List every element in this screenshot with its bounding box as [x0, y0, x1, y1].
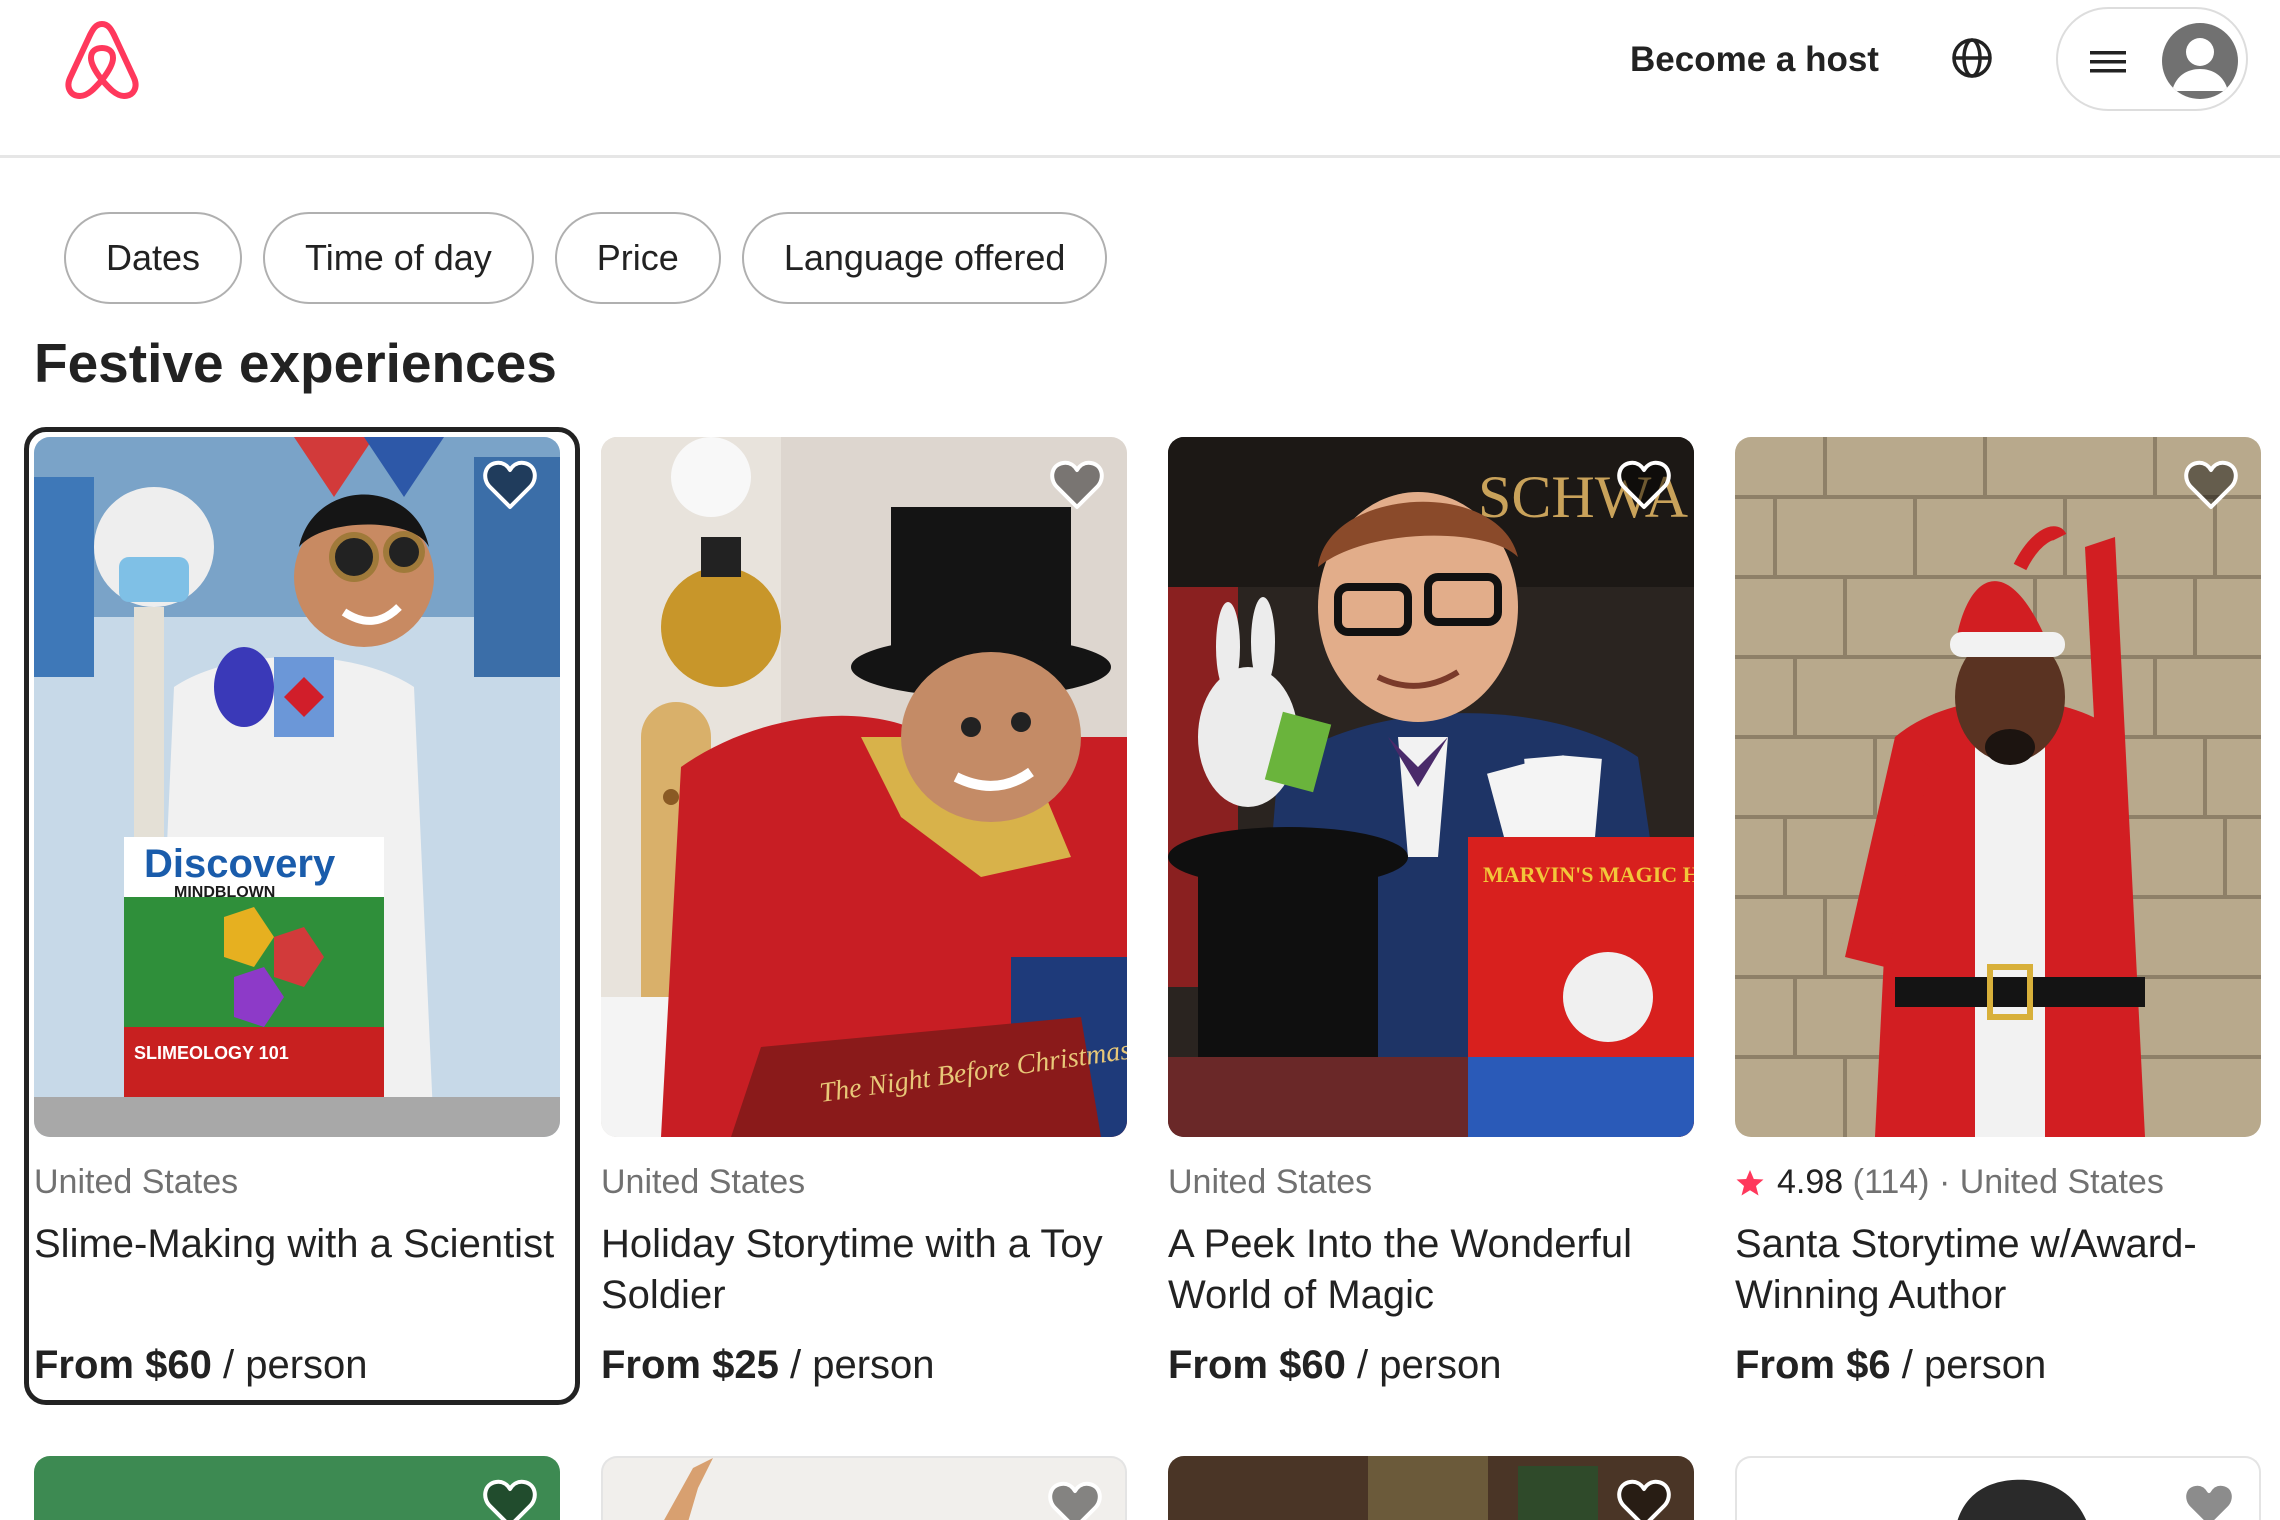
card-meta: United States: [34, 1163, 238, 1202]
section-title: Festive experiences: [34, 332, 557, 394]
price-amount: From $60: [34, 1343, 212, 1387]
experience-card[interactable]: [1735, 1456, 2261, 1520]
heart-icon[interactable]: [1616, 1478, 1672, 1520]
experience-card[interactable]: SCHWA MARVIN'S MAGIC HAT: [1168, 437, 1694, 1402]
card-location: United States: [601, 1163, 806, 1201]
card-price: From $6 / person: [1735, 1343, 2046, 1388]
price-amount: From $25: [601, 1343, 779, 1387]
card-title: A Peek Into the Wonderful World of Magic: [1168, 1222, 1633, 1317]
price-unit: / person: [222, 1343, 368, 1387]
become-host-link[interactable]: Become a host: [1630, 36, 1879, 84]
heart-icon[interactable]: [1616, 459, 1672, 511]
card-meta: United States: [601, 1163, 805, 1202]
avatar-icon: [2162, 23, 2238, 99]
box-sub-text: MINDBLOWN: [174, 884, 275, 901]
price-amount: From $6: [1735, 1343, 1891, 1387]
heart-icon[interactable]: [482, 1478, 538, 1520]
card-reviews: (114): [1852, 1163, 1930, 1201]
price-unit: / person: [1901, 1343, 2047, 1387]
filter-bar: Dates Time of day Price Language offered: [64, 212, 1108, 304]
card-title: Slime-Making with a Scientist: [34, 1222, 555, 1266]
heart-icon[interactable]: [1049, 459, 1105, 511]
price-amount: From $60: [1168, 1343, 1346, 1387]
experience-card[interactable]: [601, 1456, 1127, 1520]
airbnb-logo[interactable]: [62, 16, 142, 102]
card-location: · United States: [1938, 1163, 2164, 1201]
experience-photo: Discovery MINDBLOWN SLIMEOLOGY 101: [34, 437, 560, 1137]
price-unit: / person: [789, 1343, 935, 1387]
card-meta: United States: [1168, 1163, 1372, 1202]
menu-icon: [2090, 51, 2126, 73]
box-text: MARVIN'S MAGIC HAT: [1483, 862, 1694, 887]
filter-time-of-day[interactable]: Time of day: [263, 212, 534, 304]
top-nav: Become a host: [0, 0, 2280, 158]
card-rating: 4.98: [1777, 1163, 1844, 1201]
card-meta: 4.98 (114) · United States: [1735, 1163, 2164, 1202]
card-price: From $25 / person: [601, 1343, 935, 1388]
globe-icon[interactable]: [1950, 36, 1994, 80]
card-location: United States: [34, 1163, 239, 1201]
price-unit: / person: [1356, 1343, 1502, 1387]
heart-icon[interactable]: [2183, 459, 2239, 511]
experience-card[interactable]: [34, 1456, 560, 1520]
experience-photo: [1735, 437, 2261, 1137]
experience-photo: The Night Before Christmas: [601, 437, 1127, 1137]
heart-icon[interactable]: [1047, 1480, 1103, 1520]
account-menu-button[interactable]: [2056, 7, 2248, 111]
experience-photo: SCHWA MARVIN'S MAGIC HAT: [1168, 437, 1694, 1137]
filter-dates[interactable]: Dates: [64, 212, 243, 304]
experience-card[interactable]: Discovery MINDBLOWN SLIMEOLOGY 101 Unite…: [24, 427, 580, 1405]
experience-card[interactable]: 4.98 (114) · United States Santa Storyti…: [1735, 437, 2261, 1402]
filter-language[interactable]: Language offered: [741, 212, 1108, 304]
experience-card[interactable]: The Night Before Christmas United States…: [601, 437, 1127, 1402]
box-brand-text: Discovery: [144, 842, 336, 886]
card-location: United States: [1168, 1163, 1373, 1201]
card-title: Santa Storytime w/Award-Winning Author: [1735, 1222, 2197, 1317]
box-line-text: SLIMEOLOGY 101: [134, 1043, 289, 1063]
card-price: From $60 / person: [1168, 1343, 1502, 1388]
card-title: Holiday Storytime with a Toy Soldier: [601, 1222, 1103, 1317]
star-icon: [1736, 1169, 1764, 1195]
experience-card[interactable]: [1168, 1456, 1694, 1520]
card-price: From $60 / person: [34, 1343, 368, 1388]
filter-price[interactable]: Price: [554, 212, 721, 304]
heart-icon[interactable]: [482, 459, 538, 511]
heart-icon[interactable]: [2181, 1480, 2237, 1520]
